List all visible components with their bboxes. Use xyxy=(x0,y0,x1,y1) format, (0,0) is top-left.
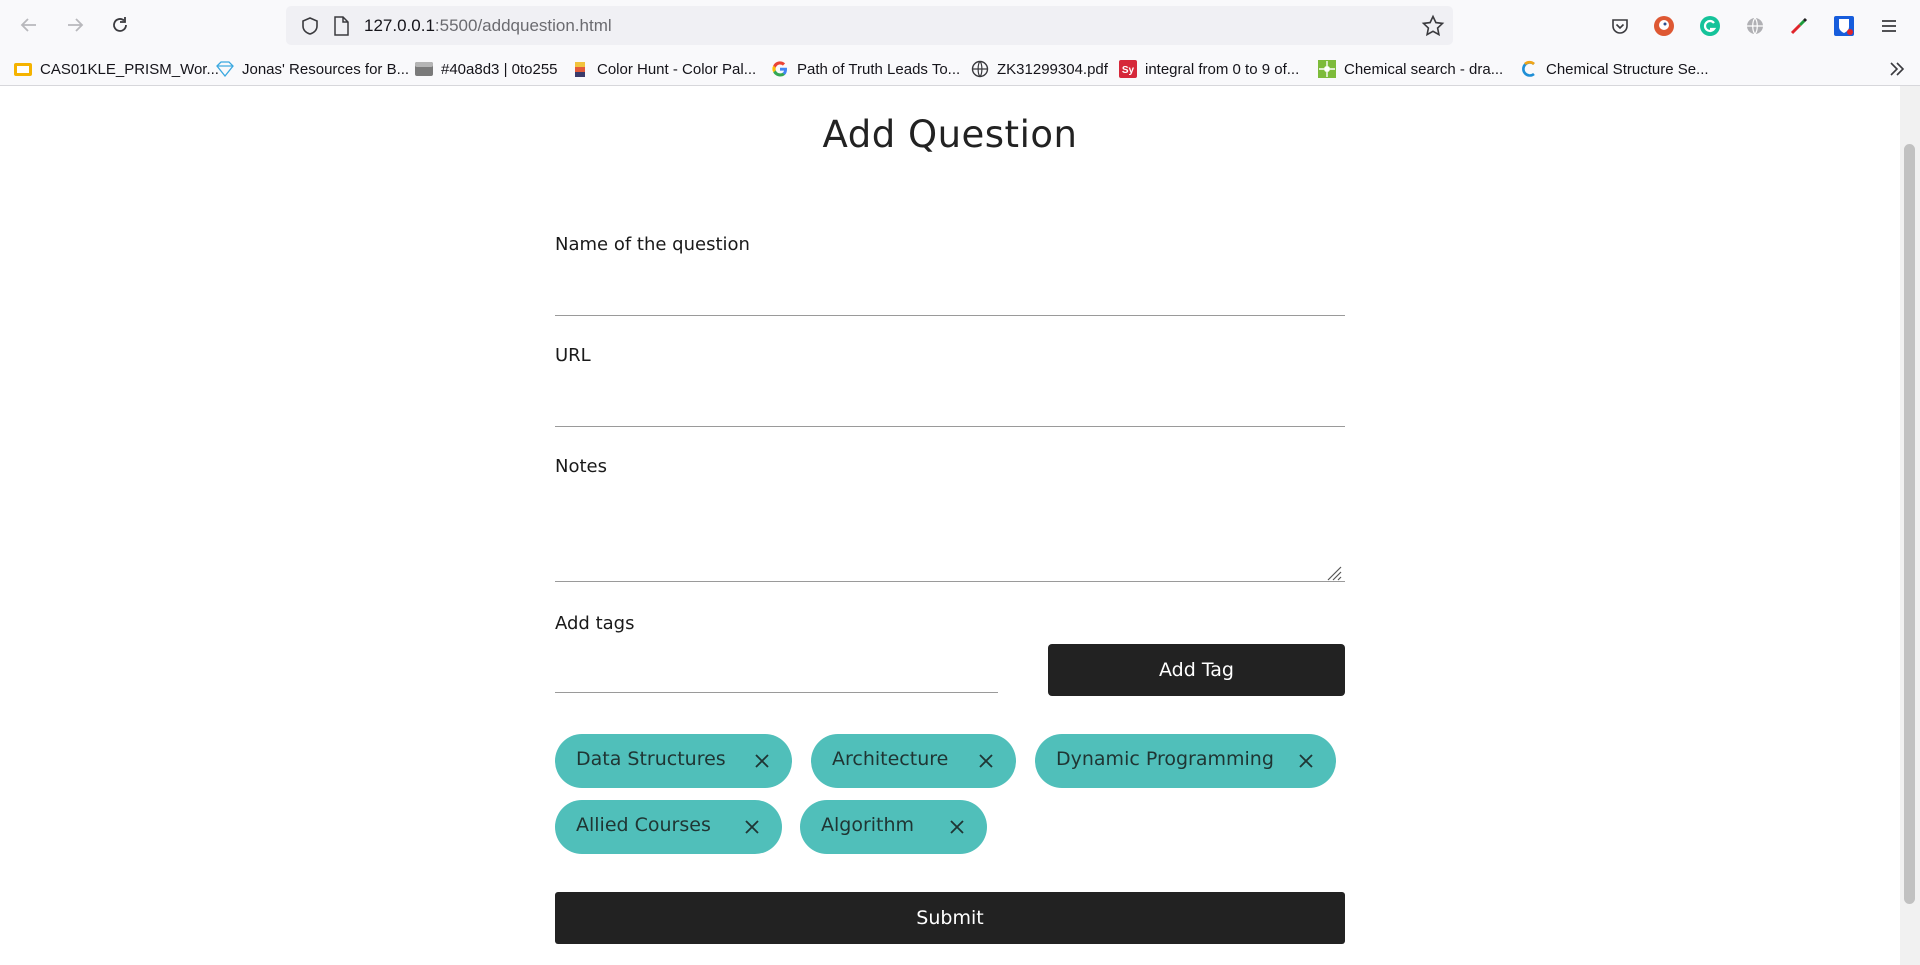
bookmark-label: #40a8d3 | 0to255 xyxy=(441,60,558,78)
bookmark-item[interactable]: Chemical search - dra... xyxy=(1318,58,1503,80)
molecule-icon xyxy=(1318,60,1336,78)
tag-chip-label: Data Structures xyxy=(576,748,726,770)
close-icon[interactable] xyxy=(949,819,965,835)
tag-chip-label: Algorithm xyxy=(821,814,915,836)
tag-chip-label: Architecture xyxy=(832,748,949,770)
bookmark-item[interactable]: CAS01KLE_PRISM_Wor... xyxy=(14,58,219,80)
tag-chip: Data Structures xyxy=(555,734,792,788)
submit-button[interactable]: Submit xyxy=(555,892,1345,944)
bitwarden-icon[interactable] xyxy=(1831,13,1857,39)
bookmark-item[interactable]: ZK31299304.pdf xyxy=(971,58,1108,80)
resize-grip-icon[interactable] xyxy=(1324,563,1342,581)
tag-chip-label: Allied Courses xyxy=(576,814,711,836)
browser-toolbar: 127.0.0.1:5500/addquestion.html xyxy=(0,0,1920,51)
grammarly-icon[interactable] xyxy=(1697,13,1723,39)
notes-textarea[interactable] xyxy=(555,482,1345,582)
vertical-scrollbar[interactable] xyxy=(1900,86,1920,965)
bookmark-label: Chemical search - dra... xyxy=(1344,60,1504,78)
forward-arrow-icon xyxy=(68,18,84,32)
close-icon[interactable] xyxy=(1298,753,1314,769)
tag-chip: Allied Courses xyxy=(555,800,782,854)
folder-yellow-icon xyxy=(14,60,32,78)
reload-icon xyxy=(113,17,127,32)
google-icon xyxy=(771,60,789,78)
chevron-double-right-icon[interactable] xyxy=(1888,60,1906,78)
tag-chip: Dynamic Programming xyxy=(1035,734,1336,788)
menu-icon[interactable] xyxy=(1876,13,1902,39)
bookmark-label: Jonas' Resources for B... xyxy=(242,60,410,78)
forward-button[interactable] xyxy=(60,10,90,40)
chemspider-icon xyxy=(1520,60,1538,78)
address-bar[interactable]: 127.0.0.1:5500/addquestion.html xyxy=(286,6,1453,45)
duckduckgo-icon[interactable] xyxy=(1651,13,1677,39)
name-label: Name of the question xyxy=(555,234,750,255)
bookmark-item[interactable]: Jonas' Resources for B... xyxy=(216,58,409,80)
tags-label: Add tags xyxy=(555,613,635,634)
page-viewport: Add Question Name of the question URL No… xyxy=(0,86,1900,965)
tag-input[interactable] xyxy=(555,653,998,693)
diamond-icon xyxy=(216,60,234,78)
close-icon[interactable] xyxy=(978,753,994,769)
bookmark-item[interactable]: Path of Truth Leads To... xyxy=(771,58,960,80)
globe-extension-icon[interactable] xyxy=(1742,13,1768,39)
bookmark-label: ZK31299304.pdf xyxy=(997,60,1108,78)
url-text[interactable]: 127.0.0.1:5500/addquestion.html xyxy=(364,16,612,36)
close-icon[interactable] xyxy=(754,753,770,769)
color-hunt-icon xyxy=(571,60,589,78)
bookmark-label: Chemical Structure Se... xyxy=(1546,60,1709,78)
notes-label: Notes xyxy=(555,456,607,477)
bookmark-item[interactable]: Chemical Structure Se... xyxy=(1520,58,1709,80)
reload-button[interactable] xyxy=(105,10,135,40)
page-info-icon[interactable] xyxy=(332,16,350,36)
bookmark-label: CAS01KLE_PRISM_Wor... xyxy=(40,60,219,78)
scrollbar-thumb[interactable] xyxy=(1904,144,1915,904)
url-input[interactable] xyxy=(555,387,1345,427)
bookmark-label: Color Hunt - Color Pal... xyxy=(597,60,757,78)
back-arrow-icon xyxy=(20,18,36,32)
color-swatch-icon xyxy=(415,60,433,78)
bookmark-item[interactable]: #40a8d3 | 0to255 xyxy=(415,58,558,80)
bookmark-item[interactable]: Color Hunt - Color Pal... xyxy=(571,58,756,80)
back-button[interactable] xyxy=(14,10,44,40)
bookmark-label: integral from 0 to 9 of... xyxy=(1145,60,1300,78)
bookmark-label: Path of Truth Leads To... xyxy=(797,60,961,78)
shield-icon[interactable] xyxy=(300,16,320,36)
url-label: URL xyxy=(555,345,591,366)
globe-icon xyxy=(971,60,989,78)
tag-chip-label: Dynamic Programming xyxy=(1056,748,1274,770)
close-icon[interactable] xyxy=(744,819,760,835)
bookmarks-bar: CAS01KLE_PRISM_Wor... Jonas' Resources f… xyxy=(0,51,1920,86)
url-path: :5500/addquestion.html xyxy=(434,16,612,35)
page-title: Add Question xyxy=(822,113,1078,156)
color-picker-extension-icon[interactable] xyxy=(1786,13,1812,39)
symbolab-icon: Sy xyxy=(1119,60,1137,78)
url-host: 127.0.0.1 xyxy=(364,16,435,35)
pocket-icon[interactable] xyxy=(1607,13,1633,39)
bookmark-item[interactable]: Sy integral from 0 to 9 of... xyxy=(1119,58,1299,80)
bookmark-star-icon[interactable] xyxy=(1421,14,1445,38)
tag-chip: Algorithm xyxy=(800,800,987,854)
svg-text:Sy: Sy xyxy=(1122,65,1135,76)
add-tag-button[interactable]: Add Tag xyxy=(1048,644,1345,696)
question-name-input[interactable] xyxy=(555,276,1345,316)
tag-chip: Architecture xyxy=(811,734,1016,788)
